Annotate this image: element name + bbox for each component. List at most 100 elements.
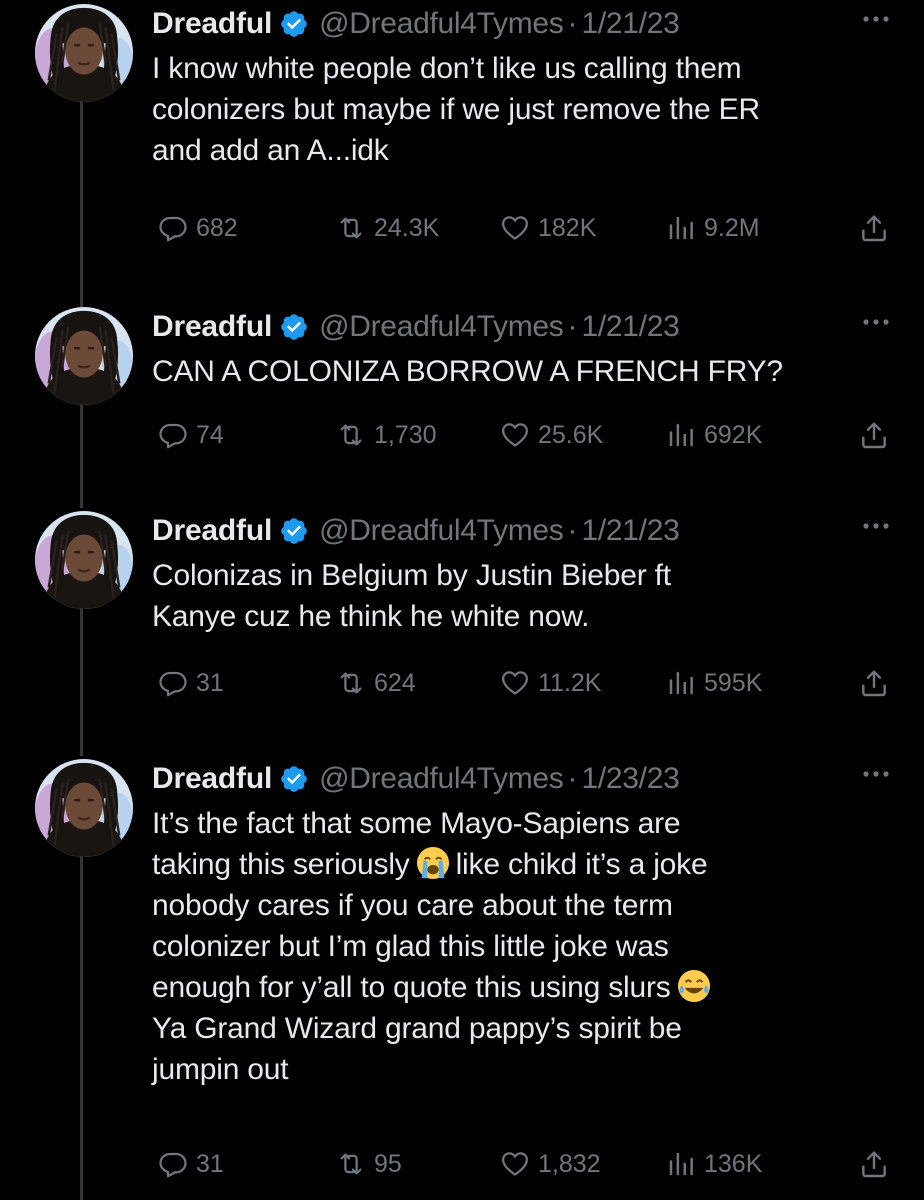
verified-badge-icon	[279, 312, 309, 342]
like-count: 25.6K	[538, 420, 604, 449]
loudly-crying-face-emoji	[416, 846, 449, 880]
like-button[interactable]: 1,832	[500, 1144, 601, 1184]
views-icon	[666, 1149, 696, 1179]
retweet-button[interactable]: 24.3K	[336, 208, 439, 248]
author-handle[interactable]: @Dreadful4Tymes	[319, 7, 564, 41]
like-icon	[500, 213, 530, 243]
author-handle[interactable]: @Dreadful4Tymes	[319, 310, 564, 344]
views-button[interactable]: 136K	[666, 1144, 762, 1184]
like-icon	[500, 420, 530, 450]
retweet-count: 1,730	[374, 420, 437, 449]
action-bar: 74 1,730 25.6K 692K	[0, 415, 924, 455]
retweet-icon	[336, 668, 366, 698]
reply-icon	[158, 1149, 188, 1179]
share-icon[interactable]	[858, 1148, 890, 1180]
verified-badge-icon	[279, 516, 309, 546]
like-button[interactable]: 25.6K	[500, 415, 603, 455]
tweet-header: Dreadful @Dreadful4Tymes · 1/23/23	[152, 757, 680, 801]
like-icon	[500, 1149, 530, 1179]
tweet-text-segment: like chikd it’s a joke	[455, 848, 708, 881]
views-button[interactable]: 692K	[666, 415, 762, 455]
author-handle[interactable]: @Dreadful4Tymes	[319, 762, 564, 796]
avatar[interactable]	[35, 759, 133, 857]
retweet-icon	[336, 420, 366, 450]
views-count: 136K	[704, 1149, 763, 1178]
views-icon	[666, 213, 696, 243]
tweet-date[interactable]: 1/21/23	[581, 310, 679, 344]
author-name[interactable]: Dreadful	[152, 310, 272, 344]
tweet-text-line: nobody cares if you care about the term	[152, 889, 673, 922]
views-count: 692K	[704, 420, 763, 449]
like-count: 11.2K	[538, 668, 602, 697]
author-name[interactable]: Dreadful	[152, 7, 272, 41]
thread-connector	[80, 100, 83, 310]
author-name[interactable]: Dreadful	[152, 514, 272, 548]
action-bar: 31 624 11.2K 595K	[0, 663, 924, 703]
reply-icon	[158, 420, 188, 450]
reply-icon	[158, 213, 188, 243]
tweet-text-line: colonizers but maybe if we just remove t…	[152, 93, 760, 126]
retweet-button[interactable]: 1,730	[336, 415, 437, 455]
tweet-date[interactable]: 1/23/23	[581, 762, 679, 796]
retweet-button[interactable]: 95	[336, 1144, 402, 1184]
tweet-text-segment: taking this seriously	[152, 848, 410, 881]
tweet-header: Dreadful @Dreadful4Tymes · 1/21/23	[152, 2, 680, 46]
avatar[interactable]	[35, 511, 133, 609]
views-icon	[666, 668, 696, 698]
author-name[interactable]: Dreadful	[152, 762, 272, 796]
share-icon[interactable]	[858, 667, 890, 699]
tweet-text-line: and add an A...idk	[152, 134, 389, 167]
separator-dot: ·	[567, 310, 578, 343]
tweet-header: Dreadful @Dreadful4Tymes · 1/21/23	[152, 305, 680, 349]
like-button[interactable]: 182K	[500, 208, 596, 248]
reply-icon	[158, 668, 188, 698]
views-count: 9.2M	[704, 213, 760, 242]
more-icon[interactable]	[862, 315, 890, 329]
like-icon	[500, 668, 530, 698]
retweet-button[interactable]: 624	[336, 663, 416, 703]
reply-count: 74	[196, 420, 224, 449]
more-icon[interactable]	[862, 519, 890, 533]
reply-button[interactable]: 74	[158, 415, 224, 455]
tweet-text-line: CAN A COLONIZA BORROW A FRENCH FRY?	[152, 355, 783, 388]
reply-count: 31	[196, 1149, 224, 1178]
tweet-text-line-with-emoji: enough for y’all to quote this using slu…	[152, 967, 872, 1008]
tweet-text-line: Colonizas in Belgium by Justin Bieber ft	[152, 559, 671, 592]
retweet-count: 24.3K	[374, 213, 440, 242]
like-count: 182K	[538, 213, 597, 242]
separator-dot: ·	[567, 514, 578, 547]
reply-button[interactable]: 31	[158, 663, 224, 703]
retweet-count: 95	[374, 1149, 402, 1178]
tears-of-joy-emoji	[677, 969, 710, 1003]
more-icon[interactable]	[862, 767, 890, 781]
retweet-icon	[336, 213, 366, 243]
reply-button[interactable]: 682	[158, 208, 238, 248]
tweet-text-line: Kanye cuz he think he white now.	[152, 600, 590, 633]
separator-dot: ·	[567, 7, 578, 40]
tweet-date[interactable]: 1/21/23	[581, 514, 679, 548]
verified-badge-icon	[279, 764, 309, 794]
action-bar: 31 95 1,832 136K	[0, 1144, 924, 1184]
retweet-count: 624	[374, 668, 416, 697]
tweet-text: CAN A COLONIZA BORROW A FRENCH FRY?	[152, 351, 872, 392]
like-count: 1,832	[538, 1149, 601, 1178]
tweet-text-line-with-emoji: taking this seriously like chikd it’s a j…	[152, 844, 872, 885]
share-icon[interactable]	[858, 419, 890, 451]
author-handle[interactable]: @Dreadful4Tymes	[319, 514, 564, 548]
action-bar: 682 24.3K 182K 9.2M	[0, 208, 924, 248]
share-icon[interactable]	[858, 212, 890, 244]
more-icon[interactable]	[862, 12, 890, 26]
tweet-text-segment: enough for y’all to quote this using slu…	[152, 971, 671, 1004]
avatar[interactable]	[35, 4, 133, 102]
separator-dot: ·	[567, 762, 578, 795]
avatar[interactable]	[35, 307, 133, 405]
like-button[interactable]: 11.2K	[500, 663, 601, 703]
tweet-text: It’s the fact that some Mayo-Sapiens are…	[152, 803, 872, 1090]
views-count: 595K	[704, 668, 763, 697]
views-button[interactable]: 9.2M	[666, 208, 760, 248]
tweet-date[interactable]: 1/21/23	[581, 7, 679, 41]
retweet-icon	[336, 1149, 366, 1179]
reply-count: 682	[196, 213, 238, 242]
reply-button[interactable]: 31	[158, 1144, 224, 1184]
views-button[interactable]: 595K	[666, 663, 762, 703]
